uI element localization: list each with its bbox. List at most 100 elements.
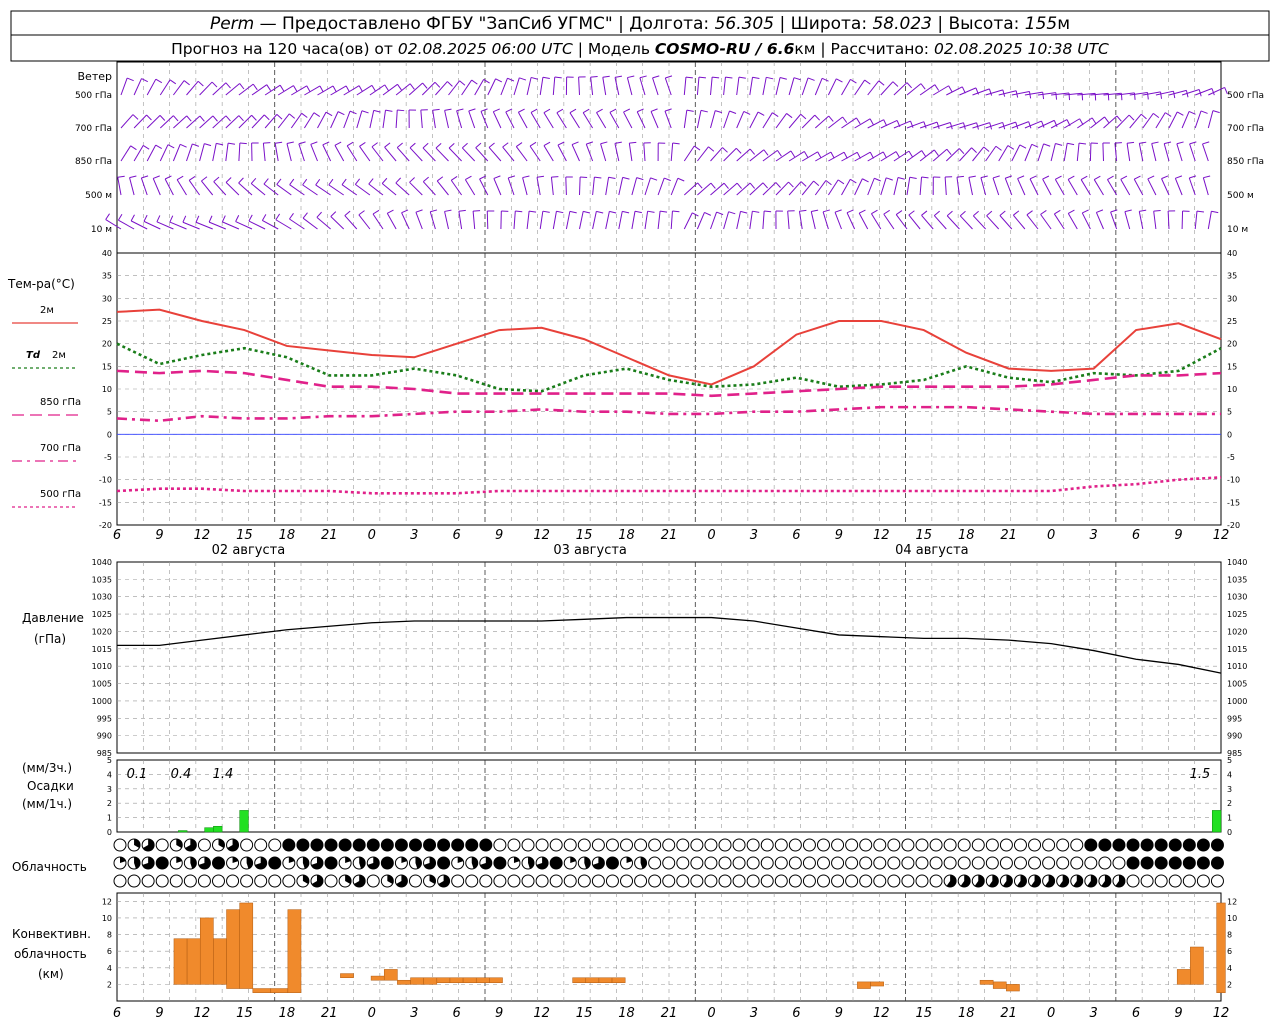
wind-barb [1089, 142, 1092, 162]
wind-barb [208, 221, 226, 230]
wind-barb [1129, 113, 1142, 129]
cloud-symbol [408, 874, 422, 888]
wind-barb-flag [252, 83, 258, 91]
cloud-symbol [746, 874, 760, 888]
wind-barb-flag [1028, 121, 1032, 129]
wind-barb [381, 183, 397, 196]
wind-barb [539, 211, 544, 230]
wind-barb-flag [586, 141, 594, 145]
provider-text: — Предоставлено ФГБУ "ЗапСиб УГМС" | Дол… [254, 14, 714, 34]
cloud-symbol [774, 874, 788, 888]
conv-bar [1190, 946, 1204, 985]
cloud-symbol [957, 856, 971, 870]
cloud-symbol [774, 856, 788, 870]
wind-barb [1153, 211, 1157, 230]
wind-barb-flag [142, 145, 150, 150]
conv-bar [410, 977, 424, 985]
wind-barb-flag [409, 83, 415, 90]
wind-barb [129, 177, 135, 196]
wind-barb-flag [432, 108, 440, 111]
station-name: Perm [210, 14, 254, 34]
wind-barb [571, 144, 580, 162]
wind-barb [401, 212, 410, 230]
cloud-symbol [662, 856, 676, 870]
wind-barb [683, 110, 688, 129]
wind-barb [159, 144, 169, 162]
wind-barb-flag [543, 108, 551, 114]
wind-barb-flag [197, 80, 204, 87]
wind-barb [854, 118, 871, 129]
pressure-title: Давление [22, 611, 84, 625]
wind-barb-flag [384, 84, 389, 92]
wind-barb [222, 221, 240, 230]
conv-bar [186, 938, 201, 985]
wind-barb-flag [543, 141, 551, 147]
temp-ytick: 40 [102, 249, 112, 258]
time-label: 21 [1000, 528, 1017, 543]
wind-barb [277, 113, 290, 129]
wind-barb-flag [920, 83, 926, 90]
wind-barb-flag [328, 178, 334, 186]
wind-barb-flag [450, 175, 458, 181]
wind-barb-flag [1054, 209, 1061, 215]
wind-barb-flag [372, 209, 380, 215]
cloud-symbol [1154, 874, 1168, 888]
conv-bar [173, 938, 188, 985]
pressure-ytick-right: 1030 [1227, 593, 1247, 602]
pressure-ytick: 1040 [92, 558, 112, 567]
cloud-symbol-fill [310, 839, 323, 851]
precip-ytick-right: 3 [1227, 785, 1232, 794]
cloud-symbol [957, 838, 971, 852]
wind-barb [670, 178, 679, 196]
wind-barb-flag [422, 82, 428, 89]
wind-barb-flag [1175, 175, 1183, 179]
time-label: 15 [236, 528, 253, 543]
wind-barb-flag [1134, 175, 1141, 180]
wind-barb-flag [908, 210, 915, 216]
wind-barb [1155, 112, 1166, 129]
wind-barb [723, 77, 726, 96]
wind-barb-flag [897, 176, 905, 180]
wind-barb [492, 111, 502, 129]
wind-barb-flag [874, 177, 881, 182]
wind-barb [749, 77, 754, 96]
meteogram: Perm — Предоставлено ФГБУ "ЗапСиб УГМС" … [7, 10, 1270, 1021]
conv-ytick-right: 8 [1227, 931, 1232, 940]
precip-label: 0.1 [127, 767, 148, 782]
wind-barb [643, 143, 646, 162]
header-line-2: Прогноз на 120 часа(ов) от 02.08.2025 06… [171, 40, 1109, 58]
wind-barb-flag [169, 79, 177, 85]
wind-barb-flag [740, 210, 748, 214]
wind-barb-flag [1211, 88, 1215, 96]
wind-barb [893, 177, 899, 196]
wind-barb [475, 147, 489, 162]
temp-title: Тем-ра(°C) [7, 277, 75, 291]
wind-barb [605, 211, 610, 230]
wind-barb [1017, 178, 1026, 196]
wind-barb [921, 214, 934, 230]
wind-barb [422, 181, 436, 196]
wind-barb-flag [609, 108, 617, 113]
wind-barb [188, 180, 201, 196]
cloud-symbol-fill [550, 857, 563, 869]
wind-barb-flag [878, 80, 885, 86]
cloud-symbol [915, 838, 929, 852]
cloud-symbol-fill [409, 839, 422, 851]
wind-barb [456, 110, 463, 129]
wind-barb-flag [672, 210, 680, 213]
wind-barb [585, 143, 594, 162]
wind-barb-flag [622, 176, 630, 180]
time-label-bottom: 9 [495, 1006, 503, 1021]
wind-barb [298, 143, 305, 162]
wind-barb-flag [126, 77, 134, 82]
wind-barb-flag [799, 209, 807, 212]
cloud-symbol [915, 856, 929, 870]
cloud-symbol-fill [1084, 839, 1097, 851]
wind-barb-flag [1164, 141, 1172, 145]
wind-barb [146, 78, 157, 96]
cloud-symbol-fill [395, 839, 408, 851]
cloud-symbol [760, 856, 774, 870]
wind-barb-flag [322, 141, 330, 146]
wind-barb-flag [1042, 92, 1045, 100]
cloud-symbol [620, 838, 634, 852]
